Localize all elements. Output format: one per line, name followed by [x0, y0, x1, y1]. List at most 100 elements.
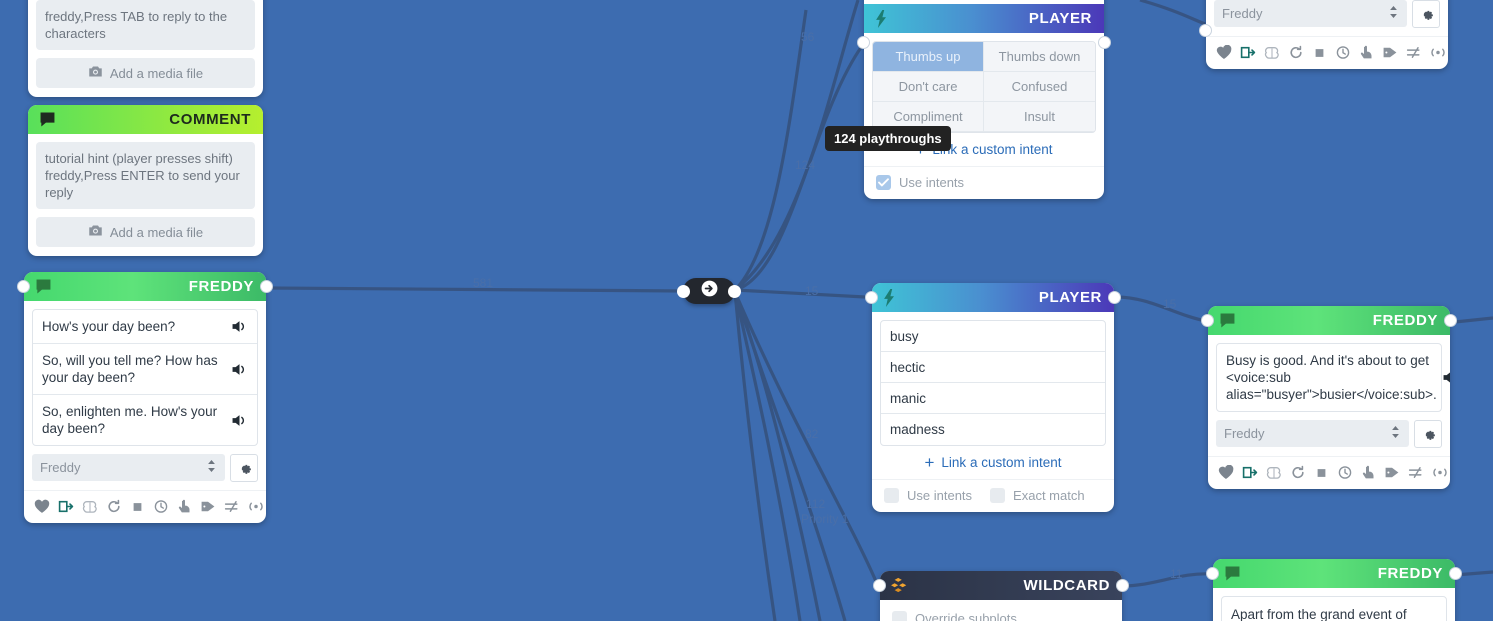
- node-comment-top[interactable]: freddy,Press TAB to reply to the charact…: [28, 0, 263, 97]
- intent-option[interactable]: Thumbs up: [873, 42, 984, 72]
- use-intents-checkbox[interactable]: Use intents: [876, 175, 964, 190]
- speaker-select[interactable]: Freddy: [32, 454, 225, 481]
- node-output-port[interactable]: [1449, 567, 1462, 580]
- node-footer-toolbar[interactable]: [1206, 36, 1448, 69]
- hand-pointer-icon[interactable]: [1361, 465, 1376, 480]
- node-wildcard[interactable]: WILDCARD Override subplots: [873, 571, 1129, 621]
- sound-wave-icon[interactable]: [1432, 465, 1448, 480]
- shuffle-icon[interactable]: [1406, 45, 1422, 60]
- speaker-icon[interactable]: [226, 319, 248, 334]
- node-output-port[interactable]: [1444, 314, 1457, 327]
- player-line[interactable]: manic: [881, 383, 1105, 414]
- heart-icon[interactable]: [1216, 45, 1232, 60]
- hand-pointer-icon[interactable]: [177, 499, 192, 514]
- hub-node[interactable]: [677, 278, 741, 304]
- camera-icon: [88, 224, 103, 240]
- door-exit-icon[interactable]: [1240, 45, 1256, 60]
- clock-icon[interactable]: [1335, 45, 1351, 60]
- comment-body-text[interactable]: freddy,Press TAB to reply to the charact…: [36, 0, 255, 50]
- node-output-port[interactable]: [1098, 36, 1111, 49]
- gear-icon[interactable]: [1412, 0, 1440, 28]
- player-line[interactable]: busy: [881, 321, 1105, 352]
- stop-icon[interactable]: [1314, 466, 1329, 480]
- player-line[interactable]: hectic: [881, 352, 1105, 383]
- add-media-file-button[interactable]: Add a media file: [36, 58, 255, 88]
- node-comment[interactable]: COMMENT tutorial hint (player presses sh…: [28, 105, 263, 256]
- speaker-select[interactable]: Freddy: [1216, 420, 1409, 447]
- node-freddy-right-mid[interactable]: FREDDY Busy is good. And it's about to g…: [1201, 306, 1457, 489]
- freddy-node-header[interactable]: FREDDY: [24, 272, 266, 301]
- sound-wave-icon[interactable]: [248, 499, 264, 514]
- comment-body-text[interactable]: tutorial hint (player presses shift) fre…: [36, 142, 255, 209]
- freddy-node-header[interactable]: FREDDY: [1213, 559, 1455, 588]
- speaker-select[interactable]: Freddy: [1214, 0, 1407, 27]
- arrow-right-circle-icon: [700, 279, 719, 303]
- gear-icon[interactable]: [1414, 420, 1442, 448]
- heart-icon[interactable]: [34, 499, 50, 514]
- sound-wave-icon[interactable]: [1430, 45, 1446, 60]
- speaker-icon[interactable]: [226, 362, 248, 377]
- node-input-port[interactable]: [873, 579, 886, 592]
- tag-icon[interactable]: [1384, 465, 1400, 480]
- refresh-icon[interactable]: [106, 499, 122, 514]
- node-output-port[interactable]: [260, 280, 273, 293]
- brain-icon[interactable]: [82, 499, 98, 514]
- node-footer-toolbar[interactable]: [24, 490, 266, 523]
- node-freddy-left[interactable]: FREDDY How's your day been? So, will you…: [17, 272, 273, 523]
- speaker-icon[interactable]: [1437, 370, 1450, 385]
- heart-icon[interactable]: [1218, 465, 1234, 480]
- brain-icon[interactable]: [1264, 45, 1280, 60]
- tag-icon[interactable]: [1382, 45, 1398, 60]
- player-node-header[interactable]: PLAYER: [864, 4, 1104, 33]
- node-freddy-bottom-right[interactable]: FREDDY Apart from the grand event of: [1206, 559, 1462, 621]
- node-player-top[interactable]: PLAYER Thumbs up Thumbs down Don't care …: [857, 0, 1111, 199]
- dialogue-line[interactable]: How's your day been?: [33, 310, 257, 344]
- tag-icon[interactable]: [200, 499, 216, 514]
- dialogue-line[interactable]: So, enlighten me. How's your day been?: [33, 395, 257, 445]
- dialogue-line[interactable]: So, will you tell me? How has your day b…: [33, 344, 257, 395]
- intent-option[interactable]: Thumbs down: [984, 42, 1095, 72]
- speaker-icon[interactable]: [226, 413, 248, 428]
- wildcard-node-header[interactable]: WILDCARD: [880, 571, 1122, 600]
- node-input-port[interactable]: [1199, 24, 1212, 37]
- exact-match-checkbox[interactable]: Exact match: [990, 488, 1085, 503]
- shuffle-icon[interactable]: [1408, 465, 1424, 480]
- use-intents-checkbox[interactable]: Use intents: [884, 488, 972, 503]
- node-input-port[interactable]: [865, 291, 878, 304]
- node-freddy-right-top[interactable]: Freddy: [1199, 0, 1448, 69]
- shuffle-icon[interactable]: [224, 499, 240, 514]
- clock-icon[interactable]: [1337, 465, 1353, 480]
- node-player-mid[interactable]: PLAYER busy hectic manic madness + Link …: [865, 283, 1121, 512]
- node-input-port[interactable]: [857, 36, 870, 49]
- node-input-port[interactable]: [1206, 567, 1219, 580]
- gear-icon[interactable]: [230, 454, 258, 482]
- player-line[interactable]: madness: [881, 414, 1105, 445]
- stop-icon[interactable]: [130, 500, 145, 514]
- door-exit-icon[interactable]: [1242, 465, 1258, 480]
- dialogue-line[interactable]: Busy is good. And it's about to get <voi…: [1217, 344, 1450, 411]
- override-subplots-checkbox[interactable]: Override subplots: [892, 611, 1017, 621]
- intent-option[interactable]: Confused: [984, 72, 1095, 102]
- comment-node-header[interactable]: COMMENT: [28, 105, 263, 134]
- node-footer-toolbar[interactable]: [1208, 456, 1450, 489]
- override-subplots-label: Override subplots: [915, 611, 1017, 621]
- brain-icon[interactable]: [1266, 465, 1282, 480]
- hand-pointer-icon[interactable]: [1359, 45, 1374, 60]
- dialogue-line[interactable]: Apart from the grand event of: [1222, 597, 1446, 621]
- link-custom-intent-button[interactable]: + Link a custom intent: [880, 446, 1106, 479]
- node-output-port[interactable]: [1108, 291, 1121, 304]
- intent-option[interactable]: Insult: [984, 102, 1095, 132]
- node-input-port[interactable]: [1201, 314, 1214, 327]
- stop-icon[interactable]: [1312, 46, 1327, 60]
- add-media-file-button[interactable]: Add a media file: [36, 217, 255, 247]
- door-exit-icon[interactable]: [58, 499, 74, 514]
- player-node-header[interactable]: PLAYER: [872, 283, 1114, 312]
- node-output-port[interactable]: [1116, 579, 1129, 592]
- intent-option[interactable]: Don't care: [873, 72, 984, 102]
- refresh-icon[interactable]: [1290, 465, 1306, 480]
- clock-icon[interactable]: [153, 499, 169, 514]
- freddy-node-header[interactable]: FREDDY: [1208, 306, 1450, 335]
- graph-canvas[interactable]: 581 56 124 15 82 112 Priority 1 15 11 fr…: [0, 0, 1493, 621]
- node-input-port[interactable]: [17, 280, 30, 293]
- refresh-icon[interactable]: [1288, 45, 1304, 60]
